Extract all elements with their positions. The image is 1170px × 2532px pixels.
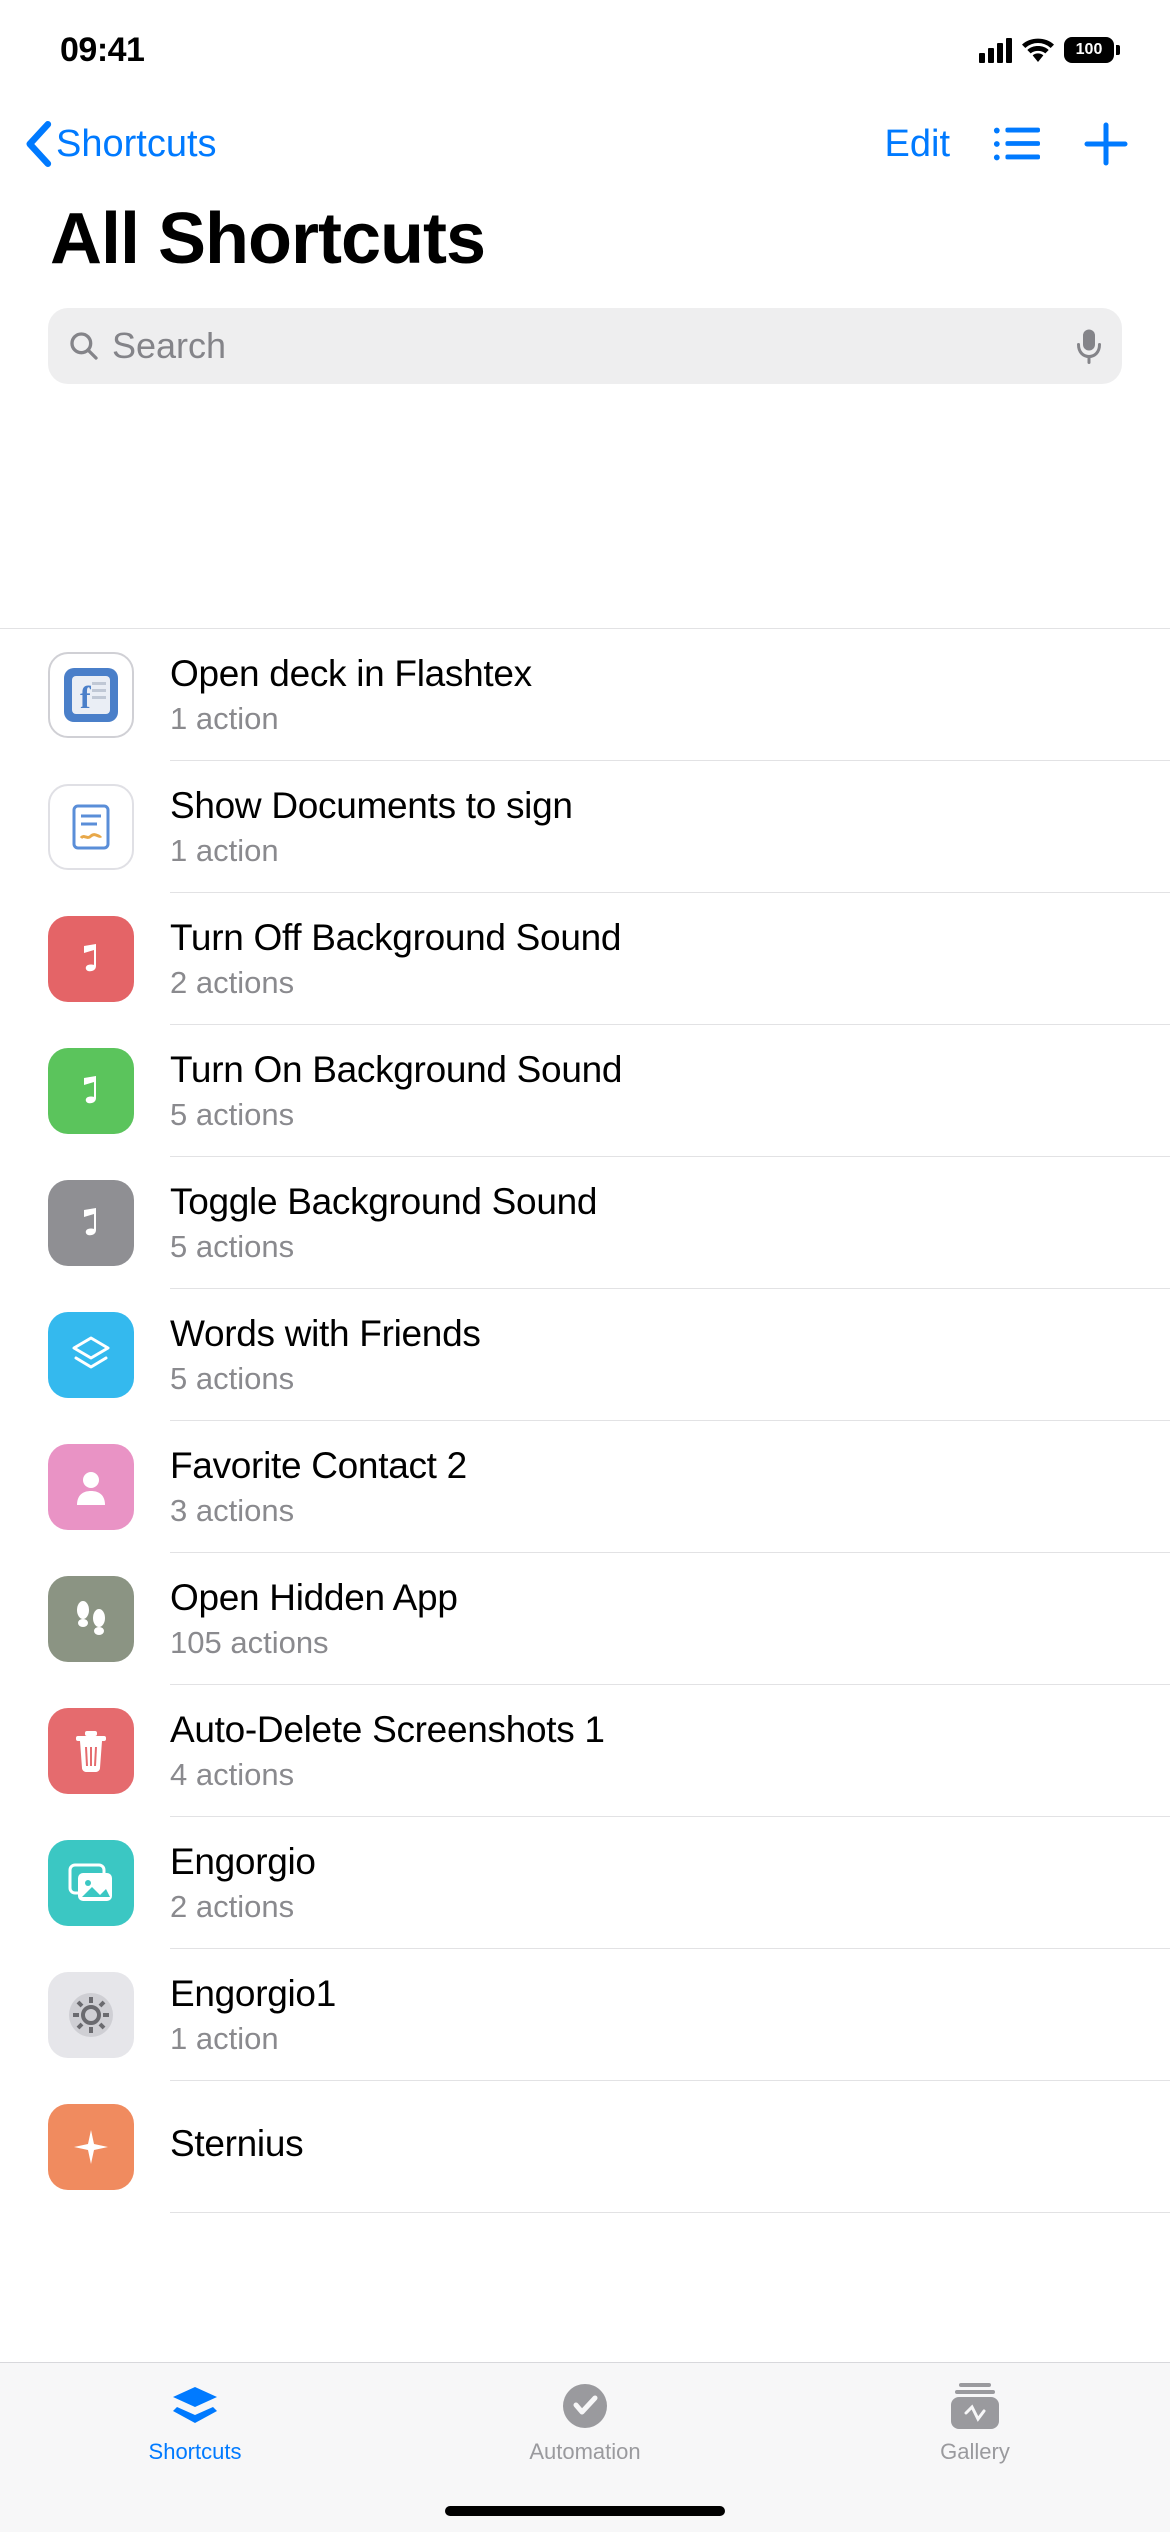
tab-shortcuts-label: Shortcuts: [149, 2439, 242, 2465]
shortcut-title: Open deck in Flashtex: [170, 653, 1130, 695]
shortcut-list: f Open deck in Flashtex 1 action Show Do…: [0, 628, 1170, 2213]
back-label: Shortcuts: [56, 123, 217, 166]
music-note-icon: [48, 916, 134, 1002]
shortcut-row[interactable]: f Open deck in Flashtex 1 action: [0, 629, 1170, 761]
back-button[interactable]: Shortcuts: [20, 121, 217, 167]
search-input[interactable]: [112, 325, 1064, 367]
shortcut-subtitle: 5 actions: [170, 1229, 1130, 1265]
shortcut-title: Turn Off Background Sound: [170, 917, 1130, 959]
shortcut-title: Auto-Delete Screenshots 1: [170, 1709, 1130, 1751]
wifi-icon: [1022, 38, 1054, 62]
shortcut-row-body: Open Hidden App 105 actions: [170, 1553, 1170, 1685]
tab-shortcuts[interactable]: Shortcuts: [2, 2381, 388, 2532]
shortcut-subtitle: 4 actions: [170, 1757, 1130, 1793]
list-icon: [992, 124, 1040, 164]
images-icon: [48, 1840, 134, 1926]
shortcut-subtitle: 5 actions: [170, 1097, 1130, 1133]
music-note-icon: [48, 1180, 134, 1266]
shortcut-subtitle: 2 actions: [170, 965, 1130, 1001]
shortcut-title: Engorgio: [170, 1841, 1130, 1883]
status-time: 09:41: [60, 31, 144, 70]
shortcut-title: Turn On Background Sound: [170, 1049, 1130, 1091]
shortcut-subtitle: 1 action: [170, 2021, 1130, 2057]
shortcut-row-body: Engorgio 2 actions: [170, 1817, 1170, 1949]
shortcut-title: Show Documents to sign: [170, 785, 1130, 827]
shortcut-row-body: Open deck in Flashtex 1 action: [170, 629, 1170, 761]
shortcut-title: Sternius: [170, 2123, 1130, 2165]
view-toggle-button[interactable]: [992, 120, 1040, 168]
trash-icon: [48, 1708, 134, 1794]
search-bar[interactable]: [48, 308, 1122, 384]
shortcut-title: Words with Friends: [170, 1313, 1130, 1355]
shortcut-row-body: Turn On Background Sound 5 actions: [170, 1025, 1170, 1157]
shortcut-row[interactable]: Favorite Contact 2 3 actions: [0, 1421, 1170, 1553]
shortcut-subtitle: 5 actions: [170, 1361, 1130, 1397]
shortcut-row-body: Turn Off Background Sound 2 actions: [170, 893, 1170, 1025]
shortcut-row[interactable]: Open Hidden App 105 actions: [0, 1553, 1170, 1685]
tab-gallery-label: Gallery: [940, 2439, 1010, 2465]
shortcut-subtitle: 105 actions: [170, 1625, 1130, 1661]
shortcut-row-body: Show Documents to sign 1 action: [170, 761, 1170, 893]
automation-tab-icon: [555, 2381, 615, 2431]
shortcut-row-body: Auto-Delete Screenshots 1 4 actions: [170, 1685, 1170, 1817]
document-sign-icon: [48, 784, 134, 870]
shortcut-row-body: Engorgio1 1 action: [170, 1949, 1170, 2081]
shortcut-row[interactable]: Turn On Background Sound 5 actions: [0, 1025, 1170, 1157]
sparkle-icon: [48, 2104, 134, 2190]
shortcut-row-body: Sternius: [170, 2081, 1170, 2213]
tab-automation-label: Automation: [529, 2439, 640, 2465]
battery-icon: 100: [1064, 37, 1120, 63]
tab-gallery[interactable]: Gallery: [782, 2381, 1168, 2532]
shortcut-subtitle: 3 actions: [170, 1493, 1130, 1529]
shortcut-subtitle: 1 action: [170, 701, 1130, 737]
chevron-back-icon: [20, 121, 56, 167]
status-bar: 09:41 100: [0, 0, 1170, 100]
shortcut-title: Engorgio1: [170, 1973, 1130, 2015]
shortcut-row-body: Words with Friends 5 actions: [170, 1289, 1170, 1421]
add-button[interactable]: [1082, 120, 1130, 168]
search-icon: [68, 330, 100, 362]
shortcut-row-body: Favorite Contact 2 3 actions: [170, 1421, 1170, 1553]
home-indicator[interactable]: [445, 2506, 725, 2516]
shortcuts-tab-icon: [165, 2381, 225, 2431]
search-container: [0, 308, 1170, 408]
shortcut-row[interactable]: Toggle Background Sound 5 actions: [0, 1157, 1170, 1289]
nav-bar: Shortcuts Edit: [0, 100, 1170, 198]
battery-level: 100: [1064, 37, 1114, 63]
microphone-icon[interactable]: [1076, 328, 1102, 364]
shortcut-row[interactable]: Turn Off Background Sound 2 actions: [0, 893, 1170, 1025]
flashtex-icon: f: [48, 652, 134, 738]
shortcut-row[interactable]: Sternius: [0, 2081, 1170, 2213]
shortcut-row[interactable]: Words with Friends 5 actions: [0, 1289, 1170, 1421]
gallery-tab-icon: [945, 2381, 1005, 2431]
shortcut-title: Favorite Contact 2: [170, 1445, 1130, 1487]
footsteps-icon: [48, 1576, 134, 1662]
shortcut-title: Toggle Background Sound: [170, 1181, 1130, 1223]
cellular-signal-icon: [979, 38, 1012, 63]
page-title: All Shortcuts: [0, 198, 1170, 308]
plus-icon: [1083, 121, 1129, 167]
shortcut-subtitle: 1 action: [170, 833, 1130, 869]
shortcut-subtitle: 2 actions: [170, 1889, 1130, 1925]
edit-button[interactable]: Edit: [885, 123, 950, 166]
shortcut-row[interactable]: Auto-Delete Screenshots 1 4 actions: [0, 1685, 1170, 1817]
shortcut-row[interactable]: Engorgio1 1 action: [0, 1949, 1170, 2081]
status-indicators: 100: [979, 37, 1120, 63]
shortcut-row[interactable]: Show Documents to sign 1 action: [0, 761, 1170, 893]
layers-icon: [48, 1312, 134, 1398]
person-icon: [48, 1444, 134, 1530]
svg-text:f: f: [80, 679, 91, 715]
gear-icon: [48, 1972, 134, 2058]
shortcut-row-body: Toggle Background Sound 5 actions: [170, 1157, 1170, 1289]
shortcut-title: Open Hidden App: [170, 1577, 1130, 1619]
music-note-icon: [48, 1048, 134, 1134]
shortcut-row[interactable]: Engorgio 2 actions: [0, 1817, 1170, 1949]
